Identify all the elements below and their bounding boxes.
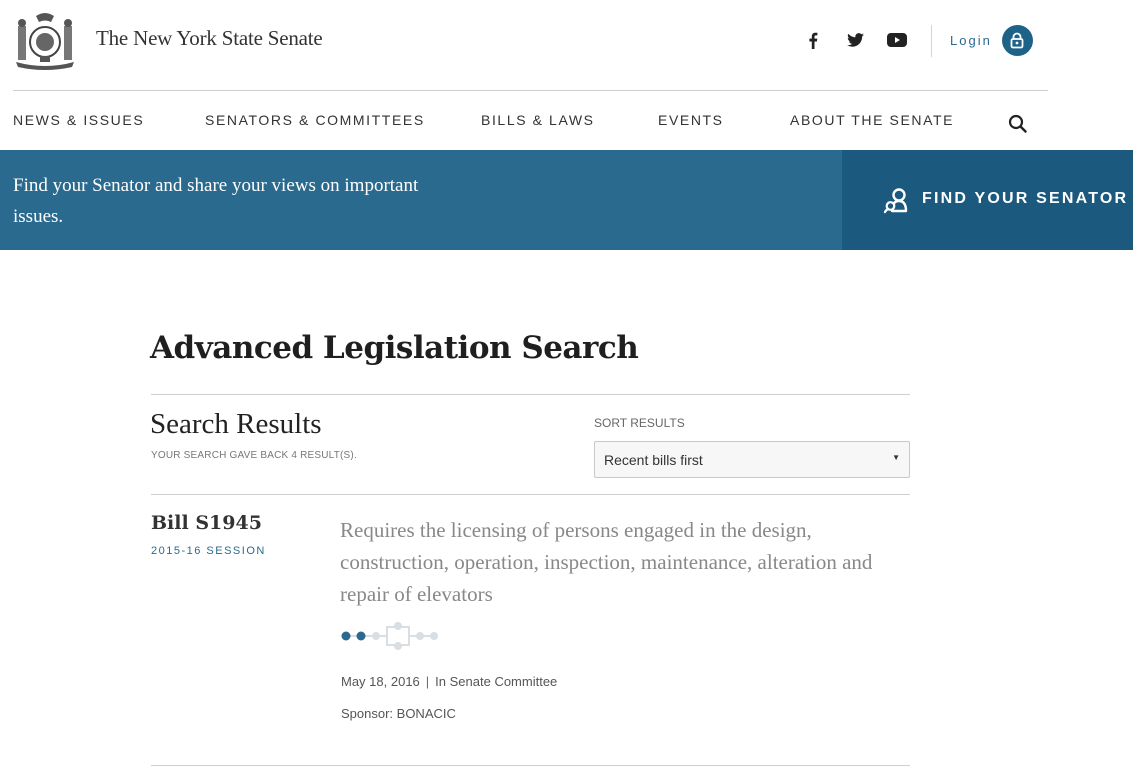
banner-text: Find your Senator and share your views o…	[13, 175, 419, 227]
header-divider	[931, 25, 932, 57]
site-title[interactable]: The New York State Senate	[96, 26, 323, 51]
results-count: YOUR SEARCH GAVE BACK 4 RESULT(S).	[151, 450, 357, 461]
facebook-icon[interactable]	[802, 30, 824, 50]
nav-item-about-the-senate[interactable]: ABOUT THE SENATE	[790, 112, 954, 128]
page-title: Advanced Legislation Search	[150, 330, 639, 366]
progress-step-2	[356, 631, 366, 641]
progress-step-4a	[394, 622, 402, 630]
search-icon[interactable]	[1008, 114, 1028, 134]
twitter-icon[interactable]	[844, 30, 866, 50]
login-button[interactable]: Login	[950, 24, 1033, 56]
progress-step-4b	[394, 642, 402, 650]
results-title: Search Results	[150, 408, 322, 440]
bill-id-link[interactable]: Bill S1945	[151, 512, 262, 534]
divider	[151, 494, 910, 495]
youtube-icon[interactable]	[886, 30, 908, 50]
login-label: Login	[950, 32, 992, 48]
bill-progress-tracker	[341, 622, 438, 650]
nav-item-bills-laws[interactable]: BILLS & LAWS	[481, 112, 595, 128]
bill-date: May 18, 2016	[341, 674, 420, 689]
bill-meta: May 18, 2016 | In Senate Committee	[341, 674, 557, 689]
bill-session: 2015-16 SESSION	[151, 545, 266, 557]
progress-step-6	[430, 632, 438, 640]
state-seal-logo[interactable]	[14, 10, 76, 70]
find-senator-icon	[884, 188, 908, 214]
meta-separator: |	[425, 674, 430, 689]
bill-sponsor: Sponsor: BONACIC	[341, 706, 456, 721]
progress-step-1	[341, 631, 351, 641]
header-rule	[13, 90, 1048, 91]
progress-step-3	[372, 632, 380, 640]
progress-step-5	[416, 632, 424, 640]
user-icon	[1001, 24, 1033, 56]
divider	[151, 394, 910, 395]
bill-status: In Senate Committee	[435, 674, 558, 689]
nav-item-events[interactable]: EVENTS	[658, 112, 724, 128]
sort-label: SORT RESULTS	[594, 416, 685, 430]
sort-selected-value: Recent bills first	[604, 452, 703, 468]
sort-select[interactable]: Recent bills first ▼	[594, 441, 910, 478]
nav-item-news-issues[interactable]: NEWS & ISSUES	[13, 112, 144, 128]
divider	[151, 765, 910, 766]
nav-item-senators-committees[interactable]: SENATORS & COMMITTEES	[205, 112, 425, 128]
site-header: The New York State Senate Login	[0, 0, 1133, 91]
bill-description[interactable]: Requires the licensing of persons engage…	[340, 514, 910, 610]
find-your-senator-label[interactable]: FIND YOUR SENATOR	[922, 190, 1128, 208]
chevron-down-icon: ▼	[892, 453, 900, 462]
